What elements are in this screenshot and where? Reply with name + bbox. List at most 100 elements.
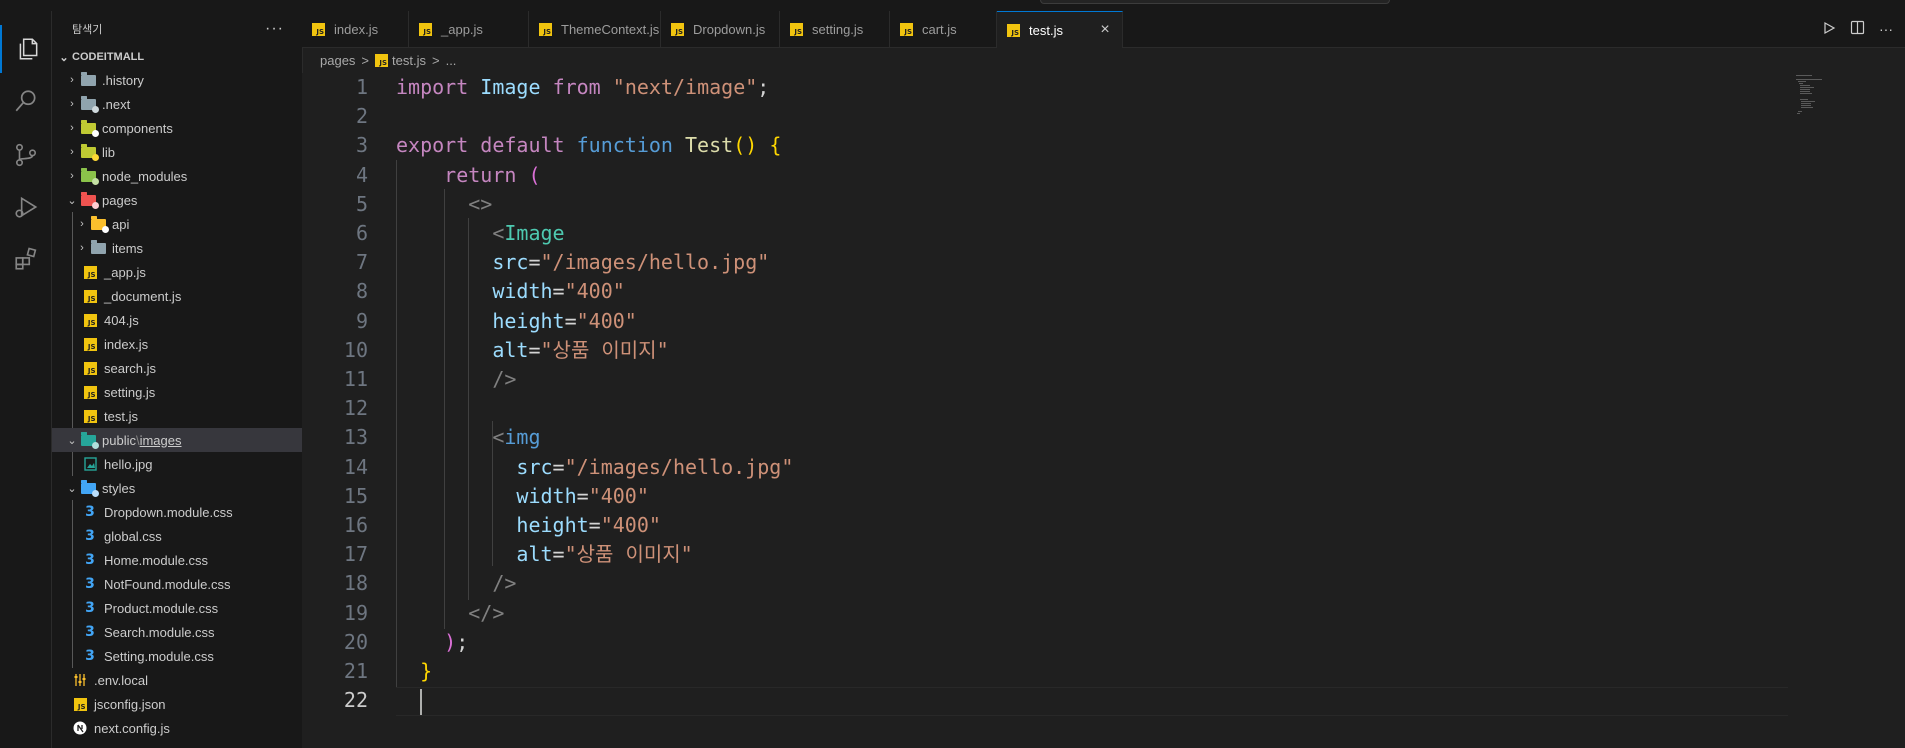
breadcrumb-folder[interactable]: pages — [320, 53, 355, 68]
tab-test-js[interactable]: JS test.js × — [997, 11, 1123, 48]
tree-file[interactable]: JS index.js — [52, 332, 302, 356]
breadcrumb-separator: > — [361, 52, 370, 68]
js-file-icon: JS — [539, 22, 552, 36]
tree-item-label: .env.local — [94, 672, 148, 688]
tree-item-label: pages — [102, 192, 138, 208]
workspace-root[interactable]: ⌄ CODEITMALL — [52, 46, 302, 68]
code-text: import Image from "next/image"; — [396, 73, 769, 102]
tree-file[interactable]: JS test.js — [52, 404, 302, 428]
tree-file[interactable]: JS search.js — [52, 356, 302, 380]
line-number: 12 — [343, 396, 368, 421]
tree-indent-guide — [72, 620, 73, 644]
tab-themecontext-js[interactable]: JS ThemeContext.js — [529, 11, 661, 47]
tree-file[interactable]: 3 Product.module.css — [52, 596, 302, 620]
run-icon[interactable] — [1822, 21, 1836, 38]
search-icon[interactable] — [0, 77, 51, 125]
tree-folder[interactable]: › .history — [52, 68, 302, 92]
tree-file[interactable]: 3 global.css — [52, 524, 302, 548]
tree-item-label: components — [102, 120, 173, 136]
tree-folder[interactable]: ⌄ styles — [52, 476, 302, 500]
run-debug-icon[interactable] — [0, 183, 51, 231]
tree-file[interactable]: JS jsconfig.json — [52, 692, 302, 716]
explorer-sidebar: 탐색기 ··· ⌄ CODEITMALL › .history › .next › com… — [52, 11, 303, 748]
chevron-right-icon: › — [70, 122, 74, 134]
code-text: src="/images/hello.jpg" — [396, 248, 769, 277]
breadcrumb-separator: > — [431, 52, 440, 68]
tree-item-label: node_modules — [102, 168, 188, 184]
folder-icon — [80, 431, 99, 449]
split-editor-icon[interactable] — [1850, 20, 1865, 38]
tree-file[interactable]: JS _app.js — [52, 260, 302, 284]
line-number: 16 — [343, 513, 368, 537]
code-token: height — [492, 308, 565, 333]
chevron-right-icon: › — [80, 242, 84, 254]
tree-folder[interactable]: › node_modules — [52, 164, 302, 188]
title-bar — [0, 0, 1905, 11]
tab-setting-js[interactable]: JS setting.js — [780, 11, 890, 47]
tab-app-js[interactable]: JS _app.js — [409, 11, 529, 47]
tree-folder[interactable]: › lib — [52, 140, 302, 164]
command-center[interactable] — [1040, 0, 1390, 4]
extensions-icon[interactable] — [0, 235, 51, 283]
tree-file[interactable]: hello.jpg — [52, 452, 302, 476]
tree-file[interactable]: 3 Home.module.css — [52, 548, 302, 572]
breadcrumb: pages > JS test.js > ... — [320, 49, 456, 71]
tree-folder[interactable]: › components — [52, 116, 302, 140]
tree-file[interactable]: JS 404.js — [52, 308, 302, 332]
code-editor[interactable]: 1 import Image from "next/image"; 2 3 export… — [302, 73, 1905, 748]
tab-cart-js[interactable]: JS cart.js — [890, 11, 997, 47]
breadcrumb-file-label: test.js — [392, 52, 426, 68]
css-file-icon: 3 — [85, 648, 95, 664]
tree-folder[interactable]: › api — [52, 212, 302, 236]
tree-file[interactable]: .env.local — [52, 668, 302, 692]
tree-file[interactable]: JS _document.js — [52, 284, 302, 308]
tree-item-label: _document.js — [104, 288, 182, 304]
code-text: return ( — [396, 161, 540, 190]
tree-file[interactable]: 3 Setting.module.css — [52, 644, 302, 668]
tree-file[interactable]: next.config.js — [52, 716, 302, 740]
workspace-root-label: CODEITMALL — [72, 51, 145, 63]
line-number: 9 — [355, 308, 368, 333]
tree-indent-guide — [72, 644, 73, 668]
explorer-icon[interactable] — [0, 25, 53, 73]
tree-indent-guide — [72, 260, 73, 284]
more-actions-icon[interactable]: ··· — [1879, 21, 1893, 37]
editor-tabs: JS index.js JS _app.js JS ThemeContext.js JS Dr… — [302, 11, 1905, 48]
tab-index-js[interactable]: JS index.js — [302, 11, 409, 47]
tree-file[interactable]: 3 Search.module.css — [52, 620, 302, 644]
tree-item-label: index.js — [104, 336, 149, 352]
minimap[interactable] — [1792, 73, 1852, 133]
breadcrumb-file[interactable]: JS test.js — [375, 53, 426, 68]
current-line-highlight — [396, 687, 1788, 716]
chevron-right-icon: › — [70, 170, 74, 182]
breadcrumb-more[interactable]: ... — [446, 53, 457, 68]
tree-folder[interactable]: ⌄ pages — [52, 188, 302, 212]
tree-item-label: hello.jpg — [104, 456, 153, 472]
tree-file[interactable]: JS setting.js — [52, 380, 302, 404]
editor-actions: ··· — [1822, 11, 1905, 47]
line-number: 2 — [355, 104, 368, 129]
js-file-icon: JS — [900, 22, 913, 36]
tab-dropdown-js[interactable]: JS Dropdown.js — [661, 11, 780, 47]
code-text: width="400" — [396, 482, 648, 511]
code-token: ; — [456, 629, 469, 654]
tree-file[interactable]: 3 NotFound.module.css — [52, 572, 302, 596]
tree-item-label: global.css — [104, 528, 162, 544]
line-number: 3 — [355, 133, 368, 158]
tree-folder[interactable]: › .next — [52, 92, 302, 116]
tree-folder[interactable]: › items — [52, 236, 302, 260]
tree-item-label: test.js — [104, 408, 138, 424]
tree-folder[interactable]: ⌄ public \ images — [52, 428, 302, 452]
line-number: 13 — [343, 425, 368, 450]
css-file-icon: 3 — [85, 576, 95, 592]
source-control-icon[interactable] — [0, 131, 51, 179]
tree-file[interactable]: 3 Dropdown.module.css — [52, 500, 302, 524]
close-icon[interactable]: × — [1096, 21, 1114, 39]
more-actions-icon[interactable]: ··· — [265, 20, 284, 38]
